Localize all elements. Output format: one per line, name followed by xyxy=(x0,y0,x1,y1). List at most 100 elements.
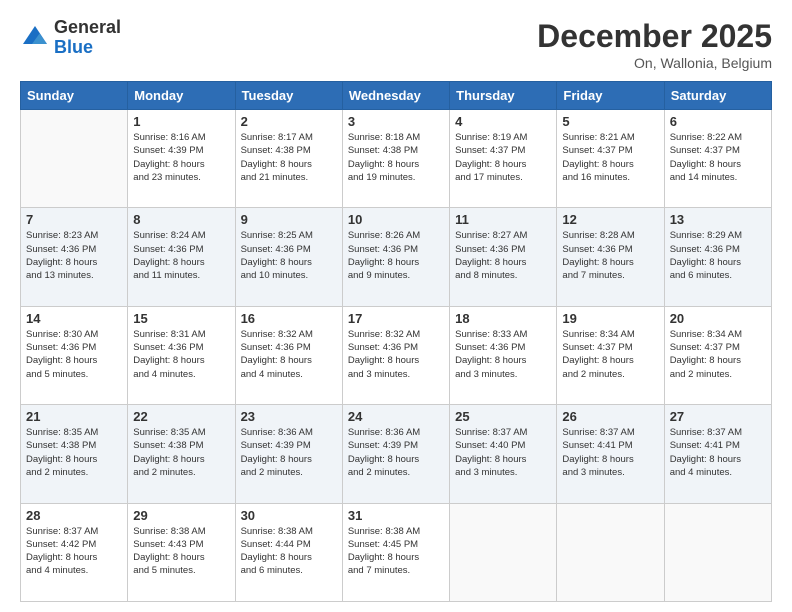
header: General Blue December 2025 On, Wallonia,… xyxy=(20,18,772,71)
day-info: Sunrise: 8:18 AM Sunset: 4:38 PM Dayligh… xyxy=(348,131,444,184)
table-row: 18 Sunrise: 8:33 AM Sunset: 4:36 PM Dayli… xyxy=(450,306,557,404)
day-info: Sunrise: 8:36 AM Sunset: 4:39 PM Dayligh… xyxy=(348,426,444,479)
table-row: 26Sunrise: 8:37 AM Sunset: 4:41 PM Dayli… xyxy=(557,405,664,503)
day-number: 23 xyxy=(241,409,337,424)
calendar-header-row: Sunday Monday Tuesday Wednesday Thursday… xyxy=(21,82,772,110)
day-number: 28 xyxy=(26,508,122,523)
logo-text: General Blue xyxy=(54,18,121,58)
logo-general-text: General xyxy=(54,18,121,38)
table-row: 24 Sunrise: 8:36 AM Sunset: 4:39 PM Dayli… xyxy=(342,405,449,503)
day-info: Sunrise: 8:23 AM Sunset: 4:36 PM Dayligh… xyxy=(26,229,122,282)
calendar: Sunday Monday Tuesday Wednesday Thursday… xyxy=(20,81,772,602)
table-row: 10Sunrise: 8:26 AM Sunset: 4:36 PM Dayli… xyxy=(342,208,449,306)
day-info: Sunrise: 8:38 AM Sunset: 4:44 PM Dayligh… xyxy=(241,525,337,578)
day-info: Sunrise: 8:29 AM Sunset: 4:36 PM Dayligh… xyxy=(670,229,766,282)
table-row: 6 Sunrise: 8:22 AM Sunset: 4:37 PM Daylig… xyxy=(664,110,771,208)
day-info: Sunrise: 8:36 AM Sunset: 4:39 PM Dayligh… xyxy=(241,426,337,479)
day-number: 17 xyxy=(348,311,444,326)
day-info: Sunrise: 8:31 AM Sunset: 4:36 PM Dayligh… xyxy=(133,328,229,381)
day-number: 5 xyxy=(562,114,658,129)
table-row: 14Sunrise: 8:30 AM Sunset: 4:36 PM Dayli… xyxy=(21,306,128,404)
day-number: 14 xyxy=(26,311,122,326)
day-number: 2 xyxy=(241,114,337,129)
table-row xyxy=(557,503,664,601)
col-monday: Monday xyxy=(128,82,235,110)
day-info: Sunrise: 8:16 AM Sunset: 4:39 PM Dayligh… xyxy=(133,131,229,184)
day-number: 31 xyxy=(348,508,444,523)
table-row: 17Sunrise: 8:32 AM Sunset: 4:36 PM Dayli… xyxy=(342,306,449,404)
table-row: 31 Sunrise: 8:38 AM Sunset: 4:45 PM Dayli… xyxy=(342,503,449,601)
day-number: 6 xyxy=(670,114,766,129)
day-info: Sunrise: 8:38 AM Sunset: 4:45 PM Dayligh… xyxy=(348,525,444,578)
day-number: 21 xyxy=(26,409,122,424)
day-number: 18 xyxy=(455,311,551,326)
day-number: 30 xyxy=(241,508,337,523)
day-number: 15 xyxy=(133,311,229,326)
table-row: 21 Sunrise: 8:35 AM Sunset: 4:38 PM Dayli… xyxy=(21,405,128,503)
table-row: 25Sunrise: 8:37 AM Sunset: 4:40 PM Dayli… xyxy=(450,405,557,503)
table-row: 1 Sunrise: 8:16 AM Sunset: 4:39 PM Daylig… xyxy=(128,110,235,208)
table-row: 2 Sunrise: 8:17 AM Sunset: 4:38 PM Daylig… xyxy=(235,110,342,208)
calendar-week-row: 28 Sunrise: 8:37 AM Sunset: 4:42 PM Dayli… xyxy=(21,503,772,601)
day-number: 27 xyxy=(670,409,766,424)
table-row: 3 Sunrise: 8:18 AM Sunset: 4:38 PM Daylig… xyxy=(342,110,449,208)
table-row xyxy=(450,503,557,601)
day-info: Sunrise: 8:34 AM Sunset: 4:37 PM Dayligh… xyxy=(562,328,658,381)
day-info: Sunrise: 8:21 AM Sunset: 4:37 PM Dayligh… xyxy=(562,131,658,184)
day-number: 22 xyxy=(133,409,229,424)
table-row xyxy=(21,110,128,208)
day-info: Sunrise: 8:17 AM Sunset: 4:38 PM Dayligh… xyxy=(241,131,337,184)
calendar-week-row: 14Sunrise: 8:30 AM Sunset: 4:36 PM Dayli… xyxy=(21,306,772,404)
table-row: 15 Sunrise: 8:31 AM Sunset: 4:36 PM Dayli… xyxy=(128,306,235,404)
day-number: 12 xyxy=(562,212,658,227)
table-row: 9Sunrise: 8:25 AM Sunset: 4:36 PM Daylig… xyxy=(235,208,342,306)
day-number: 24 xyxy=(348,409,444,424)
location: On, Wallonia, Belgium xyxy=(537,55,772,71)
table-row: 8 Sunrise: 8:24 AM Sunset: 4:36 PM Daylig… xyxy=(128,208,235,306)
day-number: 1 xyxy=(133,114,229,129)
day-number: 25 xyxy=(455,409,551,424)
day-number: 20 xyxy=(670,311,766,326)
day-info: Sunrise: 8:24 AM Sunset: 4:36 PM Dayligh… xyxy=(133,229,229,282)
table-row: 22 Sunrise: 8:35 AM Sunset: 4:38 PM Dayli… xyxy=(128,405,235,503)
calendar-week-row: 21 Sunrise: 8:35 AM Sunset: 4:38 PM Dayli… xyxy=(21,405,772,503)
table-row xyxy=(664,503,771,601)
day-info: Sunrise: 8:37 AM Sunset: 4:41 PM Dayligh… xyxy=(562,426,658,479)
day-info: Sunrise: 8:37 AM Sunset: 4:42 PM Dayligh… xyxy=(26,525,122,578)
day-info: Sunrise: 8:35 AM Sunset: 4:38 PM Dayligh… xyxy=(26,426,122,479)
calendar-week-row: 1 Sunrise: 8:16 AM Sunset: 4:39 PM Daylig… xyxy=(21,110,772,208)
day-info: Sunrise: 8:28 AM Sunset: 4:36 PM Dayligh… xyxy=(562,229,658,282)
day-number: 8 xyxy=(133,212,229,227)
table-row: 5 Sunrise: 8:21 AM Sunset: 4:37 PM Daylig… xyxy=(557,110,664,208)
day-info: Sunrise: 8:27 AM Sunset: 4:36 PM Dayligh… xyxy=(455,229,551,282)
table-row: 19Sunrise: 8:34 AM Sunset: 4:37 PM Dayli… xyxy=(557,306,664,404)
day-number: 13 xyxy=(670,212,766,227)
table-row: 11 Sunrise: 8:27 AM Sunset: 4:36 PM Dayli… xyxy=(450,208,557,306)
day-info: Sunrise: 8:22 AM Sunset: 4:37 PM Dayligh… xyxy=(670,131,766,184)
logo: General Blue xyxy=(20,18,121,58)
day-info: Sunrise: 8:37 AM Sunset: 4:41 PM Dayligh… xyxy=(670,426,766,479)
day-number: 11 xyxy=(455,212,551,227)
logo-blue-text: Blue xyxy=(54,38,121,58)
table-row: 28 Sunrise: 8:37 AM Sunset: 4:42 PM Dayli… xyxy=(21,503,128,601)
table-row: 23 Sunrise: 8:36 AM Sunset: 4:39 PM Dayli… xyxy=(235,405,342,503)
col-thursday: Thursday xyxy=(450,82,557,110)
month-title: December 2025 xyxy=(537,18,772,55)
col-sunday: Sunday xyxy=(21,82,128,110)
col-friday: Friday xyxy=(557,82,664,110)
table-row: 4Sunrise: 8:19 AM Sunset: 4:37 PM Daylig… xyxy=(450,110,557,208)
day-number: 4 xyxy=(455,114,551,129)
table-row: 13 Sunrise: 8:29 AM Sunset: 4:36 PM Dayli… xyxy=(664,208,771,306)
day-info: Sunrise: 8:35 AM Sunset: 4:38 PM Dayligh… xyxy=(133,426,229,479)
day-info: Sunrise: 8:34 AM Sunset: 4:37 PM Dayligh… xyxy=(670,328,766,381)
table-row: 30 Sunrise: 8:38 AM Sunset: 4:44 PM Dayli… xyxy=(235,503,342,601)
day-info: Sunrise: 8:32 AM Sunset: 4:36 PM Dayligh… xyxy=(241,328,337,381)
day-info: Sunrise: 8:33 AM Sunset: 4:36 PM Dayligh… xyxy=(455,328,551,381)
day-number: 3 xyxy=(348,114,444,129)
day-info: Sunrise: 8:25 AM Sunset: 4:36 PM Dayligh… xyxy=(241,229,337,282)
logo-icon xyxy=(20,23,50,53)
table-row: 7Sunrise: 8:23 AM Sunset: 4:36 PM Daylig… xyxy=(21,208,128,306)
day-number: 16 xyxy=(241,311,337,326)
col-tuesday: Tuesday xyxy=(235,82,342,110)
page: General Blue December 2025 On, Wallonia,… xyxy=(0,0,792,612)
